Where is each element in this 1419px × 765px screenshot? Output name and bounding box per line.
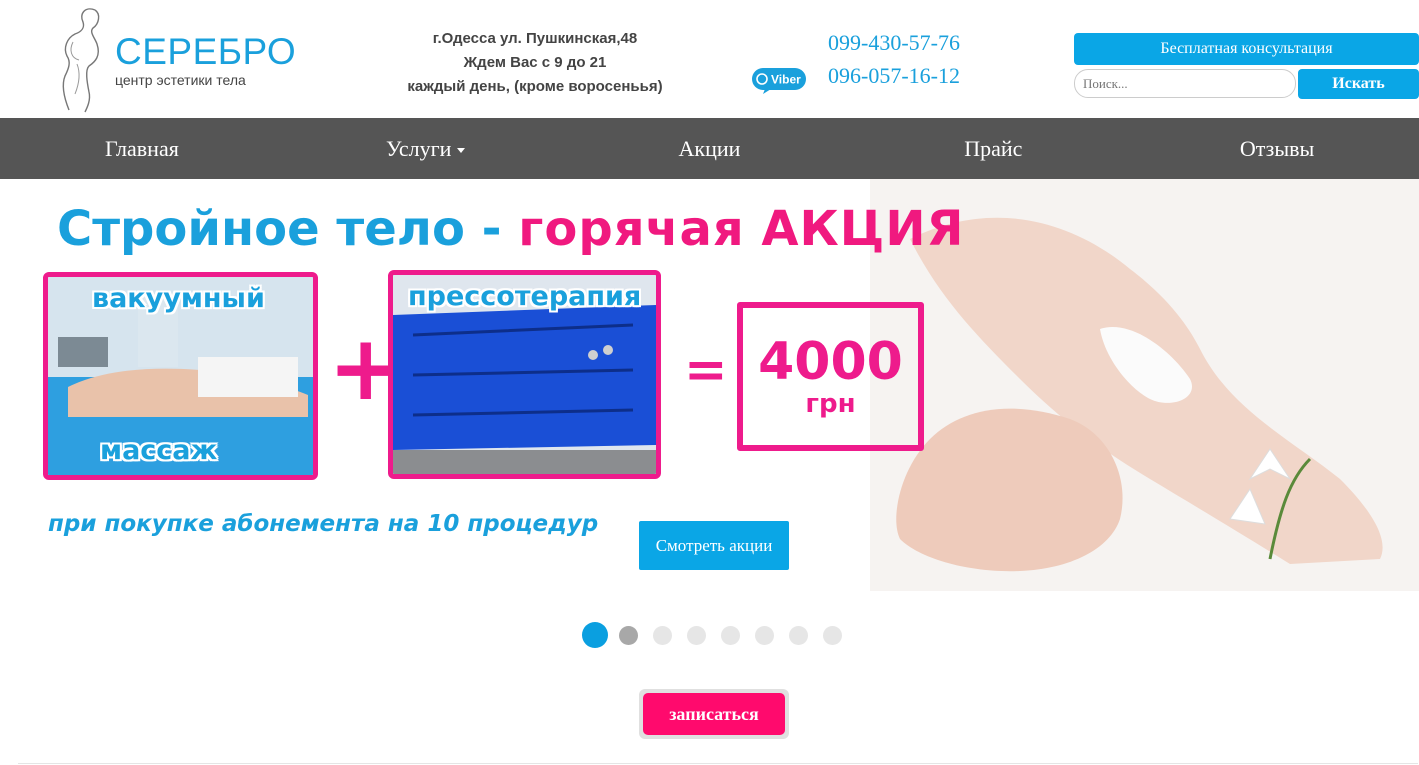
price-value: 4000 xyxy=(758,332,903,392)
price-box: 4000 грн xyxy=(737,302,924,451)
logo-name: СЕРЕБРО xyxy=(115,31,297,72)
nav-item-services[interactable]: Услуги xyxy=(284,118,568,179)
divider xyxy=(18,763,1418,764)
nav-label: Прайс xyxy=(964,136,1023,161)
slider-dot[interactable] xyxy=(789,626,808,645)
pressotherapy-frame: прессотерапия xyxy=(388,270,661,479)
vacuum-massage-frame: вакуумный массаж xyxy=(43,272,318,480)
site-header: СЕРЕБРО центр эстетики тела г.Одесса ул.… xyxy=(0,0,1419,118)
search-input[interactable] xyxy=(1074,69,1296,98)
slider-dot[interactable] xyxy=(619,626,638,645)
view-promotions-button[interactable]: Смотреть акции xyxy=(639,521,789,570)
banner-title: Стройное тело - горячая АКЦИЯ xyxy=(57,199,964,259)
signup-button-wrap: записаться xyxy=(639,689,789,739)
body-silhouette-icon xyxy=(62,8,100,113)
main-nav: Главная Услуги Акции Прайс Отзывы xyxy=(0,118,1419,179)
slider-dot[interactable] xyxy=(721,626,740,645)
logo[interactable]: СЕРЕБРО центр эстетики тела xyxy=(55,4,297,114)
signup-button[interactable]: записаться xyxy=(643,693,785,735)
banner-title-part1: Стройное тело - xyxy=(57,201,519,257)
slider-dot[interactable] xyxy=(755,626,774,645)
logo-tagline: центр эстетики тела xyxy=(115,72,246,88)
free-consultation-button[interactable]: Бесплатная консультация xyxy=(1074,33,1419,65)
slider-dot[interactable] xyxy=(582,622,608,648)
days-line: каждый день, (кроме воросеньья) xyxy=(407,78,663,95)
phone-1[interactable]: 099-430-57-76 xyxy=(828,30,960,56)
nav-item-home[interactable]: Главная xyxy=(0,118,284,179)
slider-dot[interactable] xyxy=(653,626,672,645)
caret-down-icon xyxy=(457,148,466,154)
banner-title-part3: АКЦИЯ xyxy=(761,201,965,257)
price-currency: грн xyxy=(805,389,856,419)
slider-dot[interactable] xyxy=(687,626,706,645)
nav-label: Акции xyxy=(678,136,741,161)
frame1-label-top: вакуумный xyxy=(92,283,265,314)
nav-label: Услуги xyxy=(385,136,452,161)
nav-item-prices[interactable]: Прайс xyxy=(851,118,1135,179)
address-line: г.Одесса ул. Пушкинская,48 xyxy=(432,30,638,47)
equals-sign: = xyxy=(684,340,728,400)
viber-icon[interactable]: Viber xyxy=(751,66,807,94)
slider-dots xyxy=(582,622,852,648)
hours-line: Ждем Вас с 9 до 21 xyxy=(463,54,607,71)
viber-label: Viber xyxy=(771,73,801,87)
nav-label: Отзывы xyxy=(1239,136,1315,161)
phone-2[interactable]: 096-057-16-12 xyxy=(828,63,960,89)
search-button[interactable]: Искать xyxy=(1298,69,1419,99)
nav-item-reviews[interactable]: Отзывы xyxy=(1135,118,1419,179)
slider-dot[interactable] xyxy=(823,626,842,645)
promo-banner: Стройное тело - горячая АКЦИЯ вакуумный … xyxy=(0,179,1419,591)
frame1-label-bottom: массаж xyxy=(100,435,218,466)
promo-note: при покупке абонемента на 10 процедур xyxy=(48,511,599,537)
frame2-label: прессотерапия xyxy=(408,281,642,312)
contact-address-block: г.Одесса ул. Пушкинская,48 Ждем Вас с 9 … xyxy=(385,27,685,99)
banner-title-part2: горячая xyxy=(518,201,745,257)
nav-label: Главная xyxy=(104,136,179,161)
nav-item-promotions[interactable]: Акции xyxy=(568,118,852,179)
